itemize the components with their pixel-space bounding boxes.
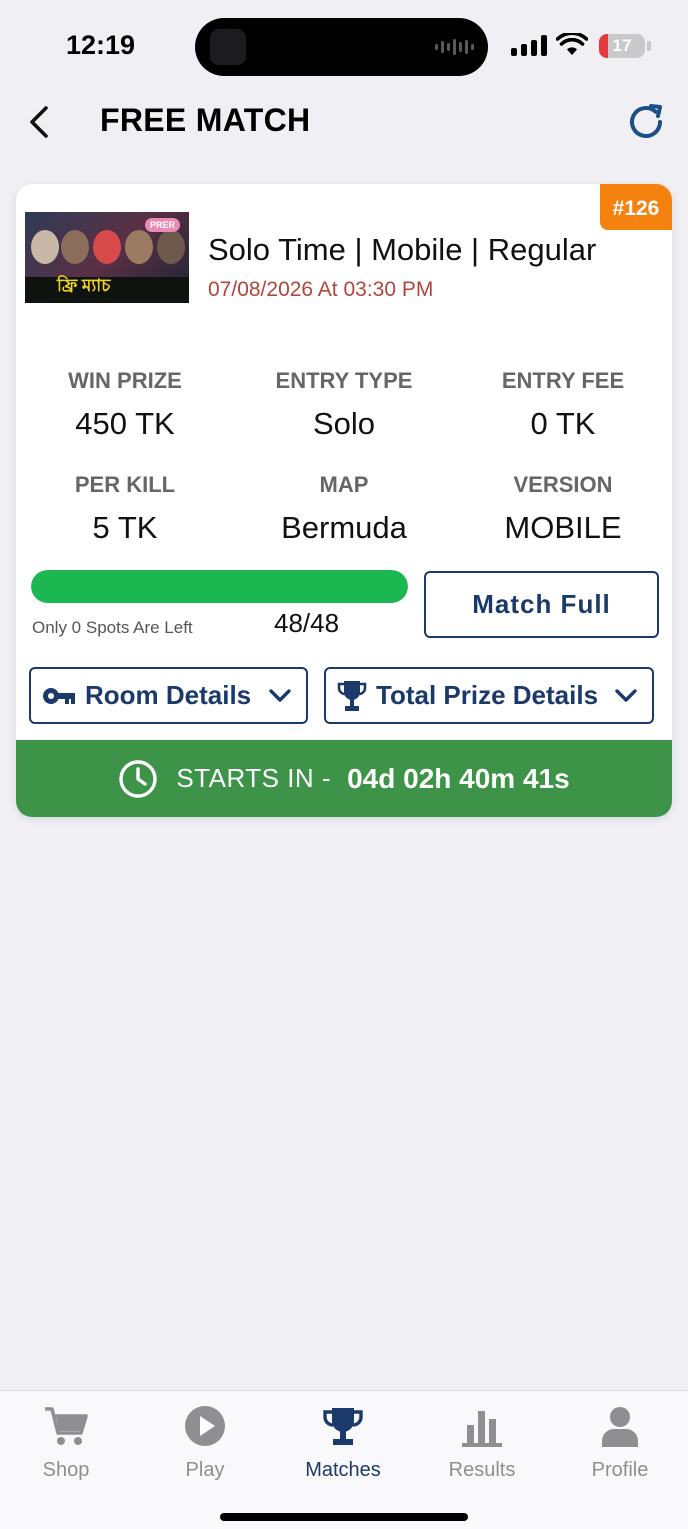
tab-label: Results — [448, 1459, 516, 1481]
chevron-down-icon — [269, 689, 291, 702]
stat-win-prize: WIN PRIZE 450 TK — [16, 368, 234, 442]
tab-results[interactable]: Results — [422, 1403, 542, 1482]
clock-icon — [118, 759, 158, 799]
stat-entry-fee: ENTRY FEE 0 TK — [454, 368, 672, 442]
cellular-signal-icon — [511, 34, 547, 56]
match-number-badge: #126 — [600, 184, 672, 230]
key-icon — [41, 685, 77, 707]
page-title: FREE MATCH — [100, 102, 311, 138]
bottom-tab-bar: Shop Play Matches Results Profile — [0, 1390, 688, 1529]
total-prize-details-label: Total Prize Details — [376, 680, 599, 710]
match-full-button[interactable]: Match Full — [424, 571, 659, 638]
stat-map: MAP Bermuda — [235, 472, 453, 546]
stat-per-kill: PER KILL 5 TK — [16, 472, 234, 546]
stat-label: MAP — [319, 472, 369, 497]
stat-label: ENTRY FEE — [501, 368, 625, 393]
battery-icon: 17 — [599, 34, 645, 58]
stat-value: Solo — [312, 406, 376, 441]
room-details-button[interactable]: Room Details — [29, 667, 308, 724]
person-icon — [602, 1407, 638, 1447]
cart-icon — [45, 1407, 88, 1445]
room-details-label: Room Details — [85, 680, 252, 710]
status-time: 12:19 — [66, 30, 136, 60]
spots-left-text: Only 0 Spots Are Left — [32, 618, 193, 637]
refresh-icon[interactable] — [622, 98, 670, 146]
tab-label: Shop — [42, 1459, 90, 1481]
tab-play[interactable]: Play — [145, 1403, 265, 1482]
trophy-icon — [336, 678, 368, 714]
stat-label: VERSION — [513, 472, 613, 497]
stat-version: VERSION MOBILE — [454, 472, 672, 546]
thumbnail-pill: PRER — [145, 218, 181, 232]
joined-count: 48/48 — [274, 608, 340, 638]
match-thumbnail: PRER ফ্রি ম্যাচ — [25, 212, 189, 303]
stat-label: WIN PRIZE — [68, 368, 182, 393]
starts-in-bar: STARTS IN - 04d 02h 40m 41s — [16, 740, 672, 817]
tab-shop[interactable]: Shop — [6, 1403, 126, 1482]
spots-progress-bar — [31, 570, 408, 603]
match-title: Solo Time | Mobile | Regular — [208, 232, 597, 267]
stat-value: MOBILE — [504, 510, 622, 545]
match-datetime: 07/08/2026 At 03:30 PM — [208, 278, 434, 301]
tab-label: Matches — [305, 1459, 381, 1481]
audio-wave-icon — [435, 37, 474, 57]
tab-matches[interactable]: Matches — [283, 1403, 403, 1482]
back-icon[interactable] — [22, 100, 62, 144]
thumbnail-text: ফ্রি ম্যাচ — [57, 276, 111, 295]
total-prize-details-button[interactable]: Total Prize Details — [324, 667, 654, 724]
stat-value: Bermuda — [281, 510, 407, 545]
tab-label: Profile — [591, 1459, 649, 1481]
stat-label: PER KILL — [74, 472, 176, 497]
countdown-timer: 04d 02h 40m 41s — [347, 762, 570, 794]
dynamic-island — [195, 18, 488, 76]
home-indicator — [220, 1513, 468, 1521]
stat-value: 0 TK — [530, 406, 596, 441]
match-card[interactable]: #126 PRER ফ্রি ম্যাচ Solo Time | Mobile … — [16, 184, 672, 817]
wifi-icon — [556, 33, 588, 55]
battery-level: 17 — [612, 36, 632, 55]
play-icon — [185, 1406, 225, 1446]
camera-indicator-icon — [210, 29, 246, 65]
stat-value: 450 TK — [75, 406, 175, 441]
battery-cap — [647, 41, 651, 51]
stat-entry-type: ENTRY TYPE Solo — [235, 368, 453, 442]
trophy-icon — [323, 1408, 363, 1445]
stat-label: ENTRY TYPE — [275, 368, 413, 393]
starts-in-label: STARTS IN - — [176, 763, 332, 793]
bar-chart-icon — [462, 1411, 502, 1447]
stat-value: 5 TK — [92, 510, 158, 545]
tab-profile[interactable]: Profile — [560, 1403, 680, 1482]
tab-label: Play — [185, 1459, 225, 1481]
progress-fill — [31, 570, 408, 603]
chevron-down-icon — [615, 689, 637, 702]
